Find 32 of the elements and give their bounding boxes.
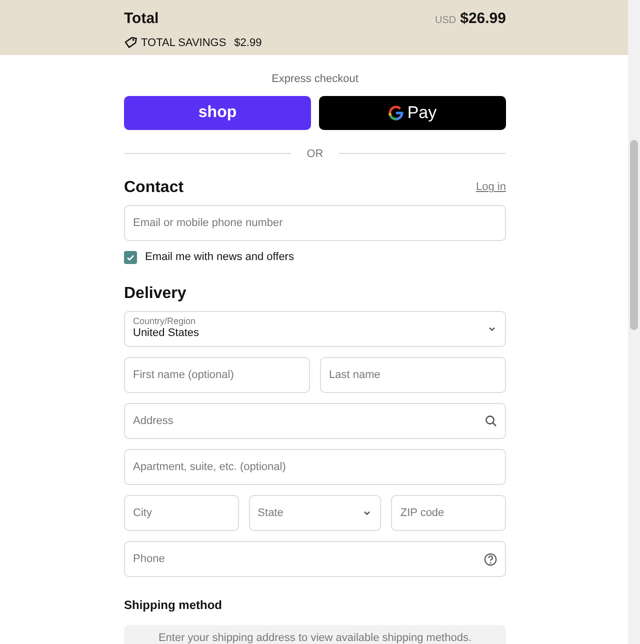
email-field[interactable]: Email or mobile phone number — [124, 205, 506, 242]
input-field[interactable]: Phone — [124, 540, 506, 577]
total-amount: $26.99 — [460, 9, 506, 29]
section-heading: Shipping method — [124, 598, 222, 612]
scrollbar[interactable] — [628, 0, 640, 644]
check-icon — [126, 252, 135, 262]
shipping-message: Enter your shipping address to view available shipping methods. — [124, 624, 506, 644]
savings-amount: $2.99 — [234, 36, 262, 50]
tag-icon — [124, 36, 137, 50]
section-heading: Contact — [124, 178, 184, 198]
select-field[interactable]: State — [248, 494, 382, 531]
currency-label: USD — [434, 14, 456, 28]
section-title: Express checkout — [272, 73, 358, 85]
google-pay-button[interactable]: Pay — [319, 96, 506, 130]
shop-pay-button[interactable]: shop — [124, 96, 311, 130]
checkbox[interactable] — [124, 250, 137, 264]
input-field[interactable]: ZIP code — [391, 494, 506, 531]
divider-label: OR — [306, 146, 324, 162]
total-label: Total — [124, 9, 159, 29]
input-field[interactable]: First name (optional) — [124, 356, 310, 393]
input-field[interactable]: City — [124, 494, 239, 531]
checkbox-label: Email me with news and offers — [145, 250, 294, 266]
section-heading: Delivery — [124, 284, 188, 303]
input-field[interactable]: Last name — [320, 356, 506, 393]
login-link[interactable]: Log in — [476, 179, 506, 196]
savings-label: TOTAL SAVINGS — [141, 36, 226, 50]
help-icon — [484, 552, 497, 566]
search-icon — [485, 414, 497, 427]
select-field[interactable]: Country/Region United States — [124, 310, 506, 347]
input-field[interactable]: Apartment, suite, etc. (optional) — [124, 448, 506, 485]
input-field[interactable]: Address — [124, 402, 506, 439]
g-logo-icon — [388, 104, 404, 120]
